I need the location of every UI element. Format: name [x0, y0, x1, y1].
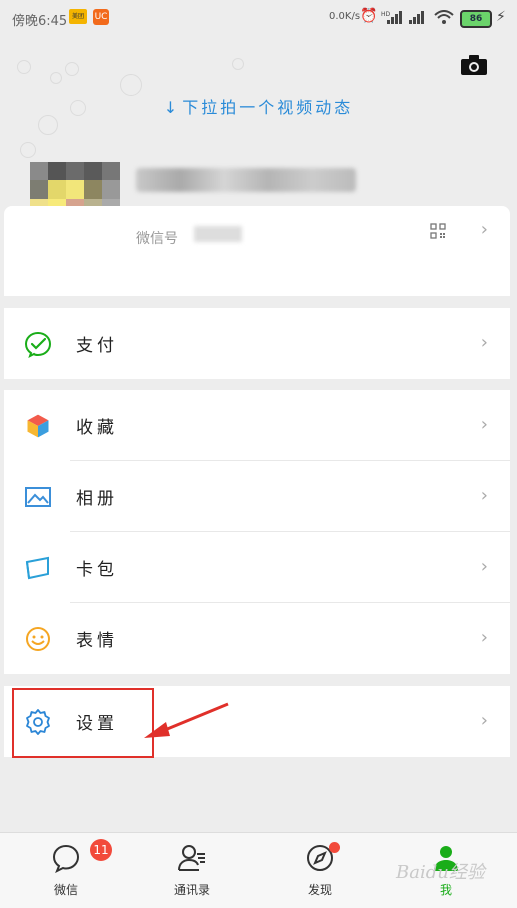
- meituan-notification-icon: 美团: [69, 9, 87, 24]
- decor-bubble: [232, 58, 244, 70]
- arrow-down-icon: ↓: [163, 98, 181, 117]
- pay-section: 支付 ›: [4, 308, 510, 379]
- menu-item-album[interactable]: 相册 ›: [4, 461, 510, 532]
- baidu-watermark: Baidu经验: [396, 862, 485, 883]
- battery-indicator: 86: [460, 10, 492, 28]
- signal-icon: [409, 11, 424, 24]
- decor-bubble: [38, 115, 58, 135]
- tab-label-chats: 微信: [53, 883, 78, 897]
- tools-section: 收藏 › 相册 › 卡包 › 表情 ›: [4, 390, 510, 674]
- wifi-icon: [434, 10, 454, 24]
- menu-item-pay[interactable]: 支付 ›: [4, 308, 510, 379]
- nickname-blurred: [136, 168, 356, 192]
- decor-bubble: [65, 62, 79, 76]
- network-speed: 0.0K/s: [329, 11, 361, 22]
- camera-icon[interactable]: [461, 55, 487, 75]
- profile-card[interactable]: 微信号 ›: [4, 206, 510, 296]
- charging-icon: ⚡: [496, 9, 506, 25]
- decor-bubble: [120, 74, 142, 96]
- menu-label-pay: 支付: [76, 336, 118, 356]
- unread-badge: 11: [90, 839, 112, 861]
- menu-item-card-pack[interactable]: 卡包 ›: [4, 532, 510, 603]
- status-time: 傍晚6:45: [12, 14, 68, 29]
- contacts-icon: [178, 845, 205, 871]
- wechat-id-blurred: [194, 226, 242, 242]
- smiley-face-icon: [26, 627, 50, 651]
- chevron-right-icon: ›: [480, 556, 488, 577]
- chevron-right-icon: ›: [480, 627, 488, 648]
- tab-label-contacts: 通讯录: [173, 883, 210, 897]
- menu-label-card-pack: 卡包: [76, 560, 118, 580]
- decor-bubble: [20, 142, 36, 158]
- alarm-icon: ⏰: [360, 8, 378, 24]
- tab-label-discover: 发现: [307, 883, 332, 897]
- favorites-cube-icon: [26, 413, 50, 439]
- menu-item-stickers[interactable]: 表情 ›: [4, 603, 510, 674]
- decor-bubble: [50, 72, 62, 84]
- qr-code-icon[interactable]: [430, 223, 446, 239]
- tab-chats[interactable]: 11 微信: [16, 833, 116, 908]
- settings-highlight-box: [12, 688, 154, 758]
- chevron-right-icon: ›: [480, 485, 488, 506]
- menu-label-favorites: 收藏: [76, 418, 118, 438]
- status-bar: 傍晚6:45 美团 UC 0.0K/s ⏰ HD 86 ⚡: [0, 0, 517, 38]
- svg-text:HD: HD: [381, 11, 391, 18]
- chat-bubble-icon: [52, 844, 80, 873]
- album-image-icon: [25, 487, 51, 507]
- pull-to-record-hint[interactable]: ↓ 下拉拍一个视频动态: [0, 94, 517, 118]
- tab-discover[interactable]: 发现: [270, 833, 370, 908]
- wechat-pay-icon: [24, 331, 52, 358]
- wechat-id-label: 微信号: [136, 231, 178, 247]
- uc-notification-icon: UC: [93, 9, 109, 25]
- card-wallet-icon: [25, 556, 49, 580]
- decor-bubble: [17, 60, 31, 74]
- signal-hd-icon: HD: [381, 11, 402, 24]
- new-moment-dot: [329, 842, 340, 853]
- chevron-right-icon: ›: [480, 332, 488, 353]
- menu-label-album: 相册: [76, 489, 118, 509]
- menu-label-stickers: 表情: [76, 631, 118, 651]
- tab-contacts[interactable]: 通讯录: [142, 833, 242, 908]
- chevron-right-icon: ›: [480, 710, 488, 731]
- chevron-right-icon: ›: [480, 414, 488, 435]
- chevron-right-icon: ›: [480, 219, 488, 240]
- pull-hint-text: 下拉拍一个视频动态: [182, 98, 354, 117]
- annotation-arrow-icon: [144, 702, 229, 738]
- menu-item-favorites[interactable]: 收藏 ›: [4, 390, 510, 461]
